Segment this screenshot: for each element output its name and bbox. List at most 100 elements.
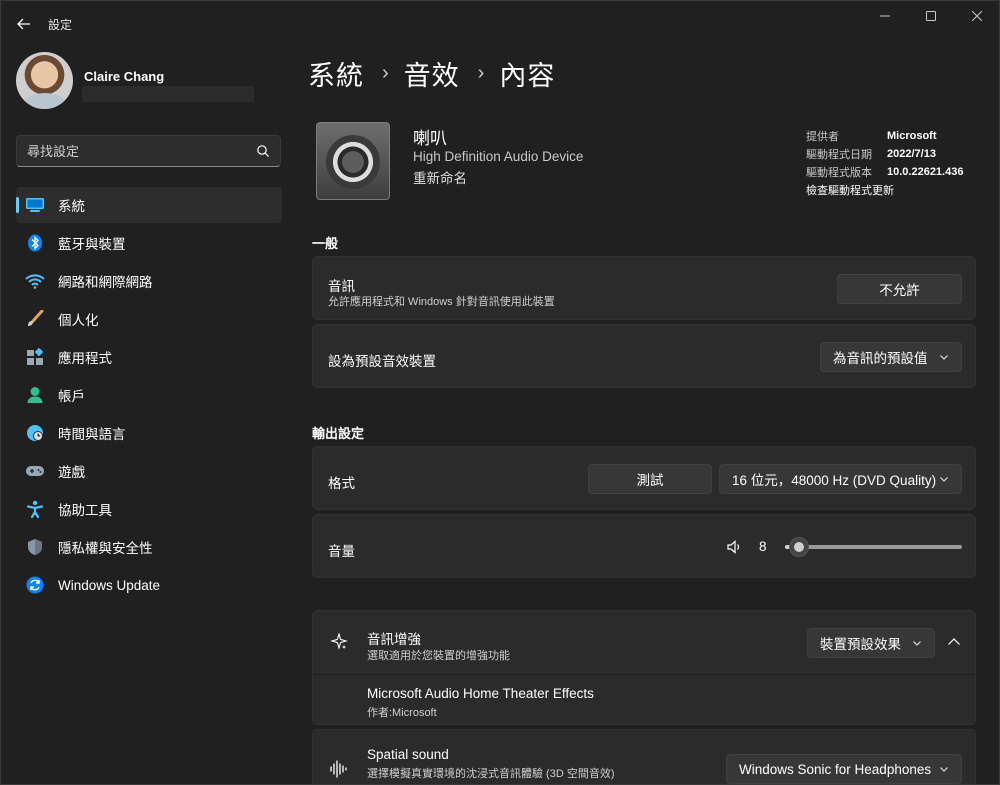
driver-info: 提供者 Microsoft 驅動程式日期 2022/7/13 驅動程式版本 10… bbox=[806, 127, 963, 199]
sidebar-item-label: Windows Update bbox=[58, 577, 161, 593]
search-input[interactable] bbox=[17, 136, 280, 166]
sidebar-item-bluetooth[interactable]: 藍牙與裝置 bbox=[16, 225, 282, 261]
breadcrumb-item-sound[interactable]: 音效 bbox=[404, 54, 460, 93]
audio-title: 音訊 bbox=[328, 279, 355, 294]
driver-date-value: 2022/7/13 bbox=[887, 148, 936, 160]
search-box[interactable] bbox=[16, 135, 281, 167]
sidebar-item-personalization[interactable]: 個人化 bbox=[16, 301, 282, 337]
driver-provider-value: Microsoft bbox=[887, 130, 937, 142]
enhance-subtitle: 選取適用於您裝置的增強功能 bbox=[367, 650, 510, 662]
chevron-down-icon bbox=[940, 767, 948, 772]
test-button[interactable]: 測試 bbox=[588, 464, 712, 494]
apps-icon bbox=[25, 348, 45, 366]
speaker-icon bbox=[316, 122, 390, 200]
default-device-title: 設為預設音效裝置 bbox=[328, 354, 436, 369]
volume-slider-thumb[interactable] bbox=[789, 537, 809, 557]
breadcrumb-item-system[interactable]: 系統 bbox=[308, 54, 364, 93]
sidebar-item-network[interactable]: 網路和網際網路 bbox=[16, 263, 282, 299]
sidebar-item-label: 遊戲 bbox=[58, 465, 85, 480]
sidebar-item-label: 應用程式 bbox=[58, 351, 112, 366]
chevron-down-icon bbox=[940, 477, 948, 482]
title-bar: 設定 bbox=[0, 0, 1000, 46]
sidebar-item-apps[interactable]: 應用程式 bbox=[16, 339, 282, 375]
default-device-card: 設為預設音效裝置 為音訊的預設值 bbox=[312, 324, 976, 388]
sidebar-item-accessibility[interactable]: 協助工具 bbox=[16, 491, 282, 527]
sidebar-item-label: 系統 bbox=[58, 199, 85, 214]
device-name: 喇叭 bbox=[413, 129, 447, 148]
volume-card: 音量 8 bbox=[312, 514, 976, 578]
breadcrumb: 系統 › 音效 › 內容 bbox=[308, 54, 555, 93]
section-title-output: 輸出設定 bbox=[312, 426, 365, 441]
close-icon bbox=[972, 11, 982, 21]
speaker-volume-icon[interactable] bbox=[726, 539, 742, 555]
breadcrumb-separator: › bbox=[382, 62, 390, 84]
default-device-dropdown-value: 為音訊的預設值 bbox=[833, 351, 928, 366]
spatial-dropdown-value: Windows Sonic for Headphones bbox=[739, 761, 932, 777]
check-driver-update-link[interactable]: 檢查驅動程式更新 bbox=[806, 181, 963, 199]
chevron-down-icon bbox=[940, 355, 948, 360]
spatial-subtitle: 選擇模擬真實環境的沈浸式音訊體驗 (3D 空間音效) bbox=[367, 768, 615, 780]
minimize-button[interactable] bbox=[862, 0, 908, 32]
chevron-down-icon bbox=[913, 641, 921, 646]
back-arrow-icon[interactable] bbox=[10, 10, 38, 38]
app-title: 設定 bbox=[48, 18, 73, 32]
globe-clock-icon bbox=[25, 424, 45, 442]
sidebar-item-privacy[interactable]: 隱私權與安全性 bbox=[16, 529, 282, 565]
breadcrumb-item-properties: 內容 bbox=[499, 61, 556, 91]
sidebar-item-time-language[interactable]: 時間與語言 bbox=[16, 415, 282, 451]
spatial-dropdown[interactable]: Windows Sonic for Headphones bbox=[726, 754, 962, 784]
sidebar-item-label: 隱私權與安全性 bbox=[58, 541, 153, 556]
sidebar-item-system[interactable]: 系統 bbox=[16, 187, 282, 223]
sidebar-item-label: 個人化 bbox=[58, 313, 99, 328]
enhance-title: 音訊增強 bbox=[367, 632, 421, 647]
sparkle-enhance-icon bbox=[330, 633, 348, 650]
sidebar-item-label: 藍牙與裝置 bbox=[58, 237, 126, 252]
wifi-icon bbox=[25, 272, 45, 290]
user-profile[interactable]: Claire Chang bbox=[16, 52, 286, 112]
format-dropdown[interactable]: 16 位元，48000 Hz (DVD Quality) bbox=[719, 464, 962, 494]
rename-link[interactable]: 重新命名 bbox=[413, 167, 467, 187]
enhance-dropdown-value: 裝置預設效果 bbox=[820, 637, 901, 652]
default-device-dropdown[interactable]: 為音訊的預設值 bbox=[820, 342, 962, 372]
spatial-sound-icon bbox=[330, 760, 347, 778]
audio-subtitle: 允許應用程式和 Windows 針對音訊使用此裝置 bbox=[328, 296, 555, 308]
spatial-title: Spatial sound bbox=[367, 747, 449, 762]
close-button[interactable] bbox=[954, 0, 1000, 32]
effect-name: Microsoft Audio Home Theater Effects bbox=[367, 686, 594, 701]
driver-version-label: 驅動程式版本 bbox=[806, 167, 872, 179]
volume-slider[interactable] bbox=[785, 537, 962, 557]
format-title: 格式 bbox=[328, 476, 355, 491]
avatar bbox=[16, 52, 73, 109]
volume-title: 音量 bbox=[328, 544, 355, 559]
search-icon[interactable] bbox=[256, 144, 270, 158]
audio-permission-card: 音訊 允許應用程式和 Windows 針對音訊使用此裝置 不允許 bbox=[312, 256, 976, 320]
maximize-icon bbox=[926, 11, 936, 21]
profile-name: Claire Chang bbox=[84, 69, 165, 84]
device-description: High Definition Audio Device bbox=[413, 149, 584, 164]
gamepad-icon bbox=[25, 462, 45, 480]
update-icon bbox=[25, 576, 45, 594]
sidebar-nav: 系統 藍牙與裝置 網路和網際網路 個人化 應用程式 帳戶 時間與語言 遊戲 協助… bbox=[16, 187, 282, 605]
maximize-button[interactable] bbox=[908, 0, 954, 32]
disallow-audio-button[interactable]: 不允許 bbox=[837, 274, 962, 304]
chevron-up-icon[interactable] bbox=[947, 637, 961, 647]
section-title-general: 一般 bbox=[312, 236, 339, 251]
sidebar-item-gaming[interactable]: 遊戲 bbox=[16, 453, 282, 489]
sidebar-item-label: 時間與語言 bbox=[58, 427, 126, 442]
driver-date-label: 驅動程式日期 bbox=[806, 149, 872, 161]
sidebar-item-label: 網路和網際網路 bbox=[58, 275, 153, 290]
audio-enhancement-card: 音訊增強 選取適用於您裝置的增強功能 裝置預設效果 Microsoft Audi… bbox=[312, 610, 976, 725]
sidebar-item-windows-update[interactable]: Windows Update bbox=[16, 567, 282, 603]
enhance-dropdown[interactable]: 裝置預設效果 bbox=[807, 628, 935, 658]
system-display-icon bbox=[25, 196, 45, 214]
driver-provider-label: 提供者 bbox=[806, 131, 839, 143]
accessibility-icon bbox=[25, 500, 45, 518]
format-card: 格式 測試 16 位元，48000 Hz (DVD Quality) bbox=[312, 446, 976, 510]
account-icon bbox=[25, 386, 45, 404]
driver-version-value: 10.0.22621.436 bbox=[887, 166, 964, 178]
sidebar-item-label: 協助工具 bbox=[58, 503, 112, 518]
breadcrumb-separator: › bbox=[477, 62, 486, 84]
sidebar-item-accounts[interactable]: 帳戶 bbox=[16, 377, 282, 413]
divider bbox=[313, 674, 975, 675]
effect-author: 作者:Microsoft bbox=[367, 707, 437, 719]
